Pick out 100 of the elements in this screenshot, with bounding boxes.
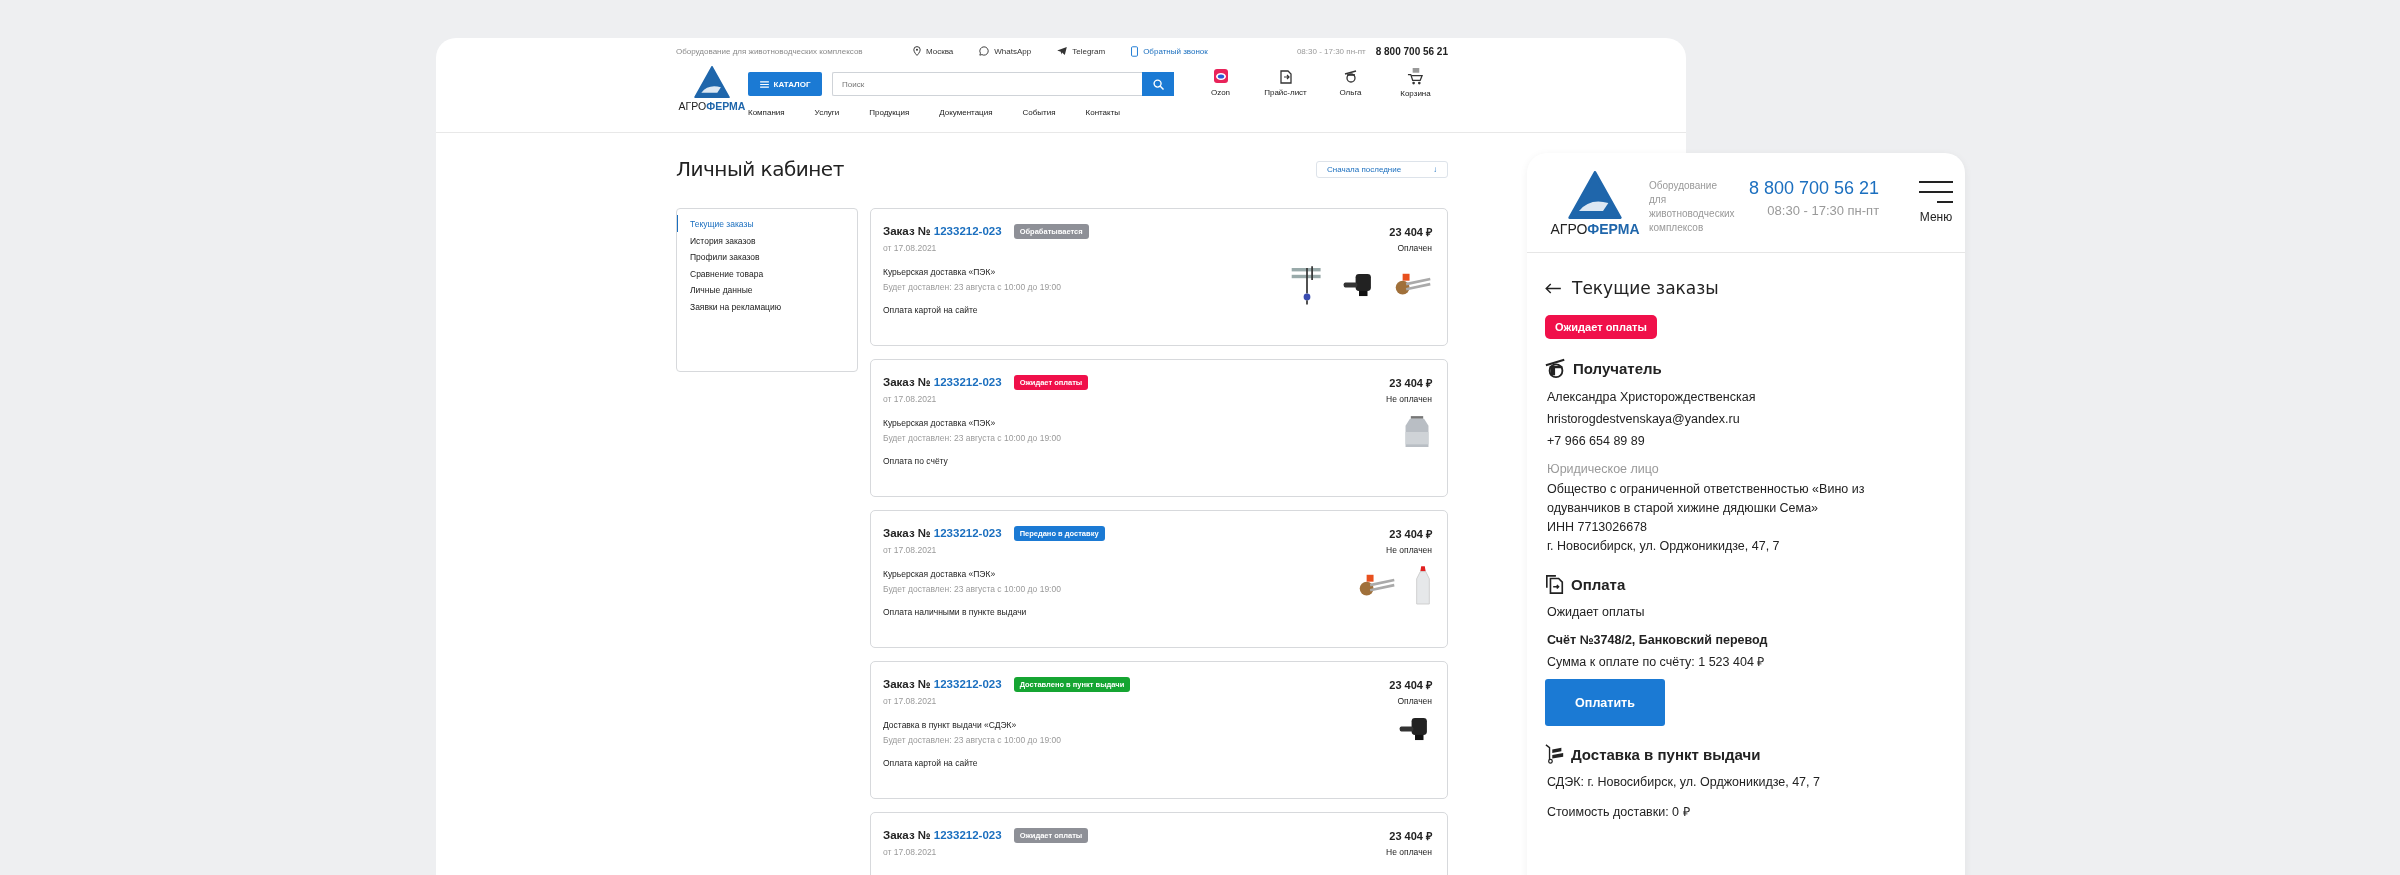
order-price: 23 404 ₽ — [1389, 526, 1432, 542]
invoice-title: Счёт №3748/2, Банковский перевод — [1546, 632, 1769, 649]
delivery-date: Будет доставлен: 23 августа с 10:00 до 19:00 — [883, 282, 1062, 292]
legal-entity-label: Юридическое лицо — [1546, 461, 1660, 478]
phone-number[interactable]: 8 800 700 56 21 — [1375, 45, 1448, 57]
payment-status: Оплачен — [1397, 243, 1432, 253]
milking-unit-drawing — [1290, 263, 1324, 307]
pay-button[interactable]: Оплатить — [1545, 679, 1665, 726]
document-icon — [1545, 574, 1565, 594]
tagline: Оборудование для животноводческих комплексов — [676, 46, 864, 56]
section-heading: Оплата — [1571, 575, 1626, 593]
cart-icon — [1407, 68, 1424, 85]
logo[interactable]: АГРОФЕРМА — [676, 64, 748, 130]
payment-status: Не оплачен — [1386, 847, 1432, 857]
search-icon — [1152, 78, 1164, 90]
payment-method: Оплата картой на сайте — [883, 305, 979, 315]
order-date: от 17.08.2021 — [883, 696, 938, 706]
status-badge: Ожидает оплаты — [1545, 315, 1657, 339]
pickup-address: СДЭК: г. Новосибирск, ул. Орджоникидзе, 47, 7 — [1546, 774, 1821, 791]
search-button[interactable] — [1142, 72, 1174, 96]
nav-link[interactable]: Документация — [939, 108, 993, 117]
paper-plane-icon — [1057, 47, 1068, 55]
tagline: Оборудование для животноводческих комплексов — [1649, 179, 1733, 235]
working-hours: 08:30 - 17:30 пн-пт — [1296, 46, 1366, 56]
sort-button[interactable]: Сначала последние ↓ — [1316, 160, 1448, 178]
section-title: Текущие заказы — [1572, 278, 1719, 298]
company-address: г. Новосибирск, ул. Орджоникидзе, 47, 7 — [1546, 538, 1781, 555]
recipient-phone: +7 966 654 89 89 — [1546, 433, 1646, 450]
delivery-method: Доставка в пункт выдачи «СДЭК» — [883, 720, 1018, 730]
nav-link[interactable]: Контакты — [1085, 108, 1121, 117]
tax-id: ИНН 7713026678 — [1546, 519, 1649, 536]
nav-link[interactable]: Продукция — [869, 108, 910, 117]
delivery-method: Курьерская доставка «ПЭК» — [883, 418, 997, 428]
order-date: от 17.08.2021 — [883, 545, 938, 555]
page-title: Личный кабинет — [676, 157, 844, 181]
catalog-button[interactable]: КАТАЛОГ — [748, 72, 822, 96]
delivery-method: Курьерская доставка «ПЭК» — [883, 267, 997, 277]
telegram-link[interactable]: Telegram — [1072, 46, 1106, 56]
payment-status: Ожидает оплаты — [1546, 604, 1646, 621]
location-pin-icon — [913, 46, 921, 56]
order-number: Заказ № 1233212-023 — [883, 376, 1002, 388]
user-icon — [1545, 357, 1567, 379]
cart-link[interactable]: Корзина — [1383, 64, 1448, 98]
payment-method: Оплата по счёту — [883, 456, 949, 466]
delivery-date: Будет доставлен: 23 августа с 10:00 до 19:00 — [883, 584, 1062, 594]
ozon-logo-icon — [1212, 68, 1229, 84]
price-link[interactable]: Прайс-лист — [1253, 64, 1318, 98]
nav-link[interactable]: Компания — [748, 108, 785, 117]
payment-status: Оплачен — [1397, 696, 1432, 706]
working-hours: 08:30 - 17:30 пн-пт — [1766, 203, 1880, 218]
callback-link[interactable]: Обратный звонок — [1143, 46, 1208, 56]
sidebar-item[interactable]: Профили заказов — [677, 248, 857, 265]
city-link[interactable]: Москва — [926, 46, 954, 56]
ozon-link[interactable]: Ozon — [1188, 64, 1253, 98]
order-price: 23 404 ₽ — [1389, 677, 1432, 693]
menu-icon — [1919, 180, 1953, 204]
logo[interactable]: АГРОФЕРМА — [1545, 153, 1645, 252]
order-price: 23 404 ₽ — [1389, 828, 1432, 844]
phone-number[interactable]: 8 800 700 56 21 — [1749, 178, 1880, 199]
section-heading: Получатель — [1573, 359, 1662, 377]
order-number: Заказ № 1233212-023 — [883, 829, 1002, 841]
payment-status: Не оплачен — [1386, 394, 1432, 404]
delivery-method: Курьерская доставка «ПЭК» — [883, 569, 997, 579]
sidebar-item[interactable]: Личные данные — [677, 281, 857, 298]
order-number: Заказ № 1233212-023 — [883, 225, 1002, 237]
payment-method: Оплата наличными в пункте выдачи — [883, 607, 1028, 617]
whatsapp-link[interactable]: WhatsApp — [994, 46, 1032, 56]
sidebar-item[interactable]: Заявки на рекламацию — [677, 297, 857, 315]
order-date: от 17.08.2021 — [883, 394, 938, 404]
sidebar-item[interactable]: Сравнение товара — [677, 264, 857, 282]
delivery-date: Будет доставлен: 23 августа с 10:00 до 19:00 — [883, 735, 1062, 745]
bottle-drawing — [1414, 565, 1432, 607]
order-date: от 17.08.2021 — [883, 847, 938, 857]
user-icon — [1342, 68, 1359, 84]
payment-method: Оплата картой на сайте — [883, 758, 979, 768]
search-field[interactable]: Поиск — [832, 72, 1142, 96]
sidebar-item[interactable]: История заказов — [677, 231, 857, 249]
whatsapp-icon — [979, 46, 990, 56]
document-icon — [1277, 68, 1294, 84]
menu-button[interactable]: Меню — [1919, 153, 1953, 252]
nav-link[interactable]: Услуги — [814, 108, 840, 117]
menu-icon — [759, 80, 769, 88]
recipient-email: hristorogdestvenskaya@yandex.ru — [1546, 411, 1741, 428]
sidebar-item[interactable]: Текущие заказы — [677, 215, 857, 232]
delivery-date: Будет доставлен: 23 августа с 10:00 до 19:00 — [883, 433, 1062, 443]
invoice-sum: Сумма к оплате по счёту: 1 523 404 ₽ — [1546, 654, 1766, 671]
delivery-cost: Стоимость доставки: 0 ₽ — [1546, 804, 1691, 821]
company-name: Общество с ограниченной ответственностью «Вино из одуванчиков в старой хижине дядюшки Сема» — [1546, 481, 1866, 517]
payment-status: Не оплачен — [1386, 545, 1432, 555]
recipient-name: Александра Христорождественская — [1546, 389, 1757, 406]
order-price: 23 404 ₽ — [1389, 224, 1432, 240]
order-date: от 17.08.2021 — [883, 243, 938, 253]
cart-icon — [1545, 744, 1565, 764]
section-heading: Доставка в пункт выдачи — [1571, 745, 1761, 763]
order-price: 23 404 ₽ — [1389, 375, 1432, 391]
back-arrow-icon[interactable] — [1545, 282, 1562, 294]
user-link[interactable]: Ольга — [1318, 64, 1383, 98]
nav-link[interactable]: События — [1022, 108, 1056, 117]
order-number: Заказ № 1233212-023 — [883, 527, 1002, 539]
phone-icon — [1131, 45, 1139, 57]
